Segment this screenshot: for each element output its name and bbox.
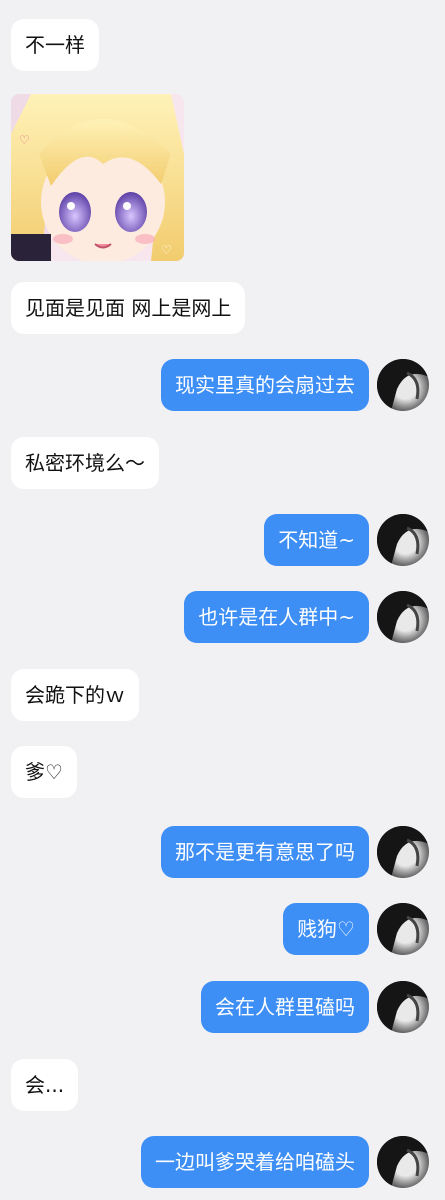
anime-girl-sticker[interactable]: ♡ ♡ (11, 94, 184, 261)
avatar[interactable] (377, 591, 429, 643)
avatar[interactable] (377, 1136, 429, 1188)
message-bubble-incoming[interactable]: 私密环境么～ (11, 437, 159, 489)
message-bubble-incoming[interactable]: 爹♡ (11, 746, 77, 798)
message-bubble-outgoing[interactable]: 会在人群里磕吗 (201, 981, 369, 1033)
message-bubble-outgoing[interactable]: 现实里真的会扇过去 (161, 359, 369, 411)
message-bubble-incoming[interactable]: 会跪下的ｗ (11, 669, 139, 721)
svg-text:♡: ♡ (19, 133, 30, 147)
message-bubble-incoming[interactable]: 会... (11, 1059, 79, 1111)
avatar[interactable] (377, 826, 429, 878)
message-bubble-incoming[interactable]: 见面是见面 网上是网上 (11, 282, 246, 334)
chat-thread[interactable]: 不一样 ♡ ♡ 见面是见面 网上是网上 现实里真的会扇过去 私密环境么～ 不知道… (0, 0, 445, 1200)
avatar[interactable] (377, 514, 429, 566)
message-bubble-outgoing[interactable]: 一边叫爹哭着给咱磕头 (141, 1136, 369, 1188)
avatar[interactable] (377, 903, 429, 955)
message-bubble-outgoing[interactable]: 不知道~ (264, 514, 369, 566)
avatar[interactable] (377, 359, 429, 411)
message-bubble-outgoing[interactable]: 贱狗♡ (283, 903, 369, 955)
message-bubble-incoming[interactable]: 不一样 (11, 19, 99, 71)
svg-text:♡: ♡ (161, 243, 172, 257)
avatar[interactable] (377, 981, 429, 1033)
message-bubble-outgoing[interactable]: 也许是在人群中~ (184, 591, 369, 643)
message-bubble-outgoing[interactable]: 那不是更有意思了吗 (161, 826, 369, 878)
